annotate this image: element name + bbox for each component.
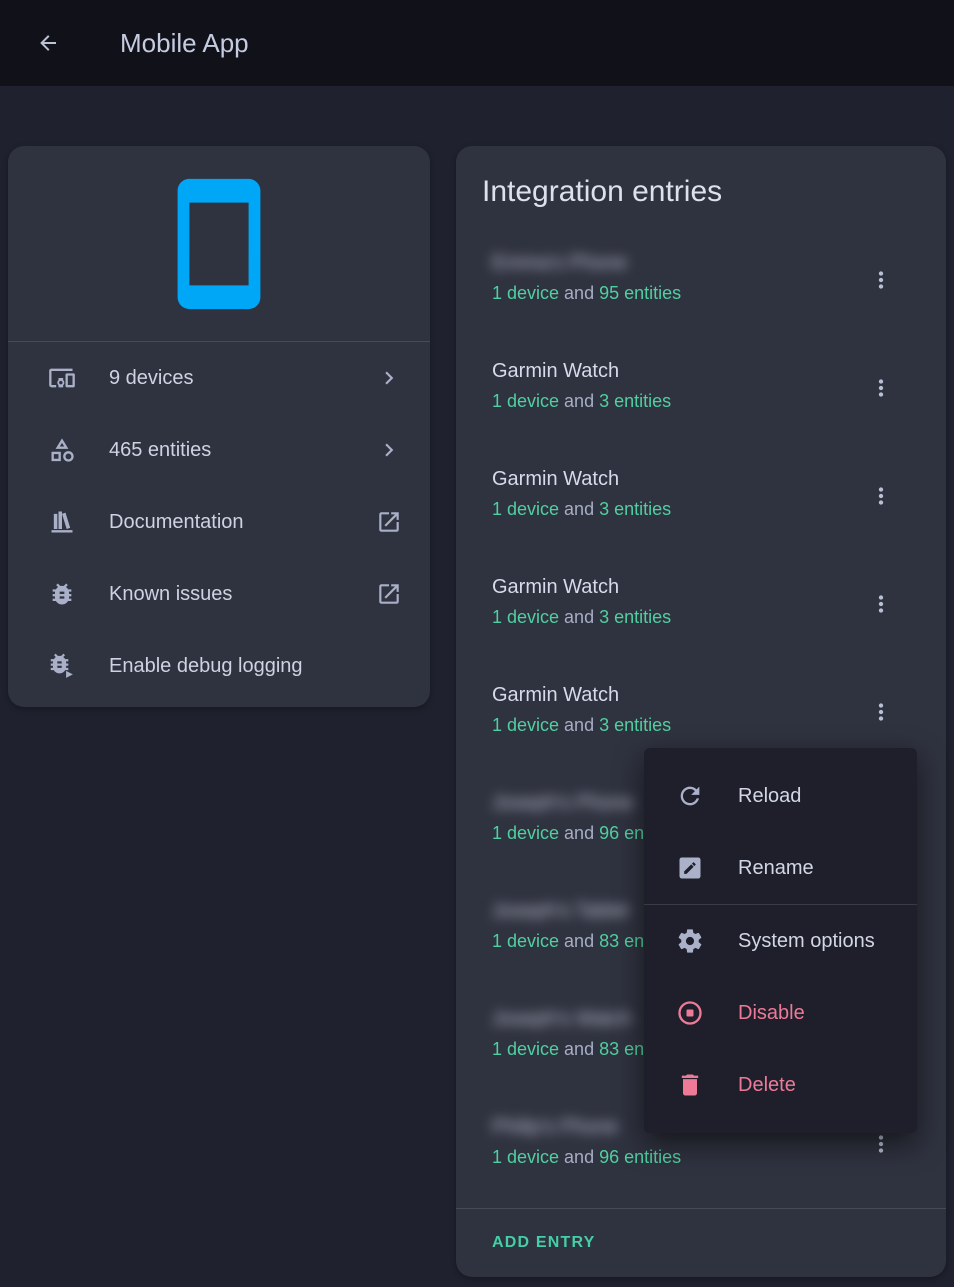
entry-name: Garmin Watch (492, 358, 856, 384)
entry-entities-link[interactable]: 95 entities (599, 283, 681, 303)
enable-debug-logging-label: Enable debug logging (109, 655, 402, 678)
chevron-right-icon (376, 437, 402, 463)
entry-subtitle-separator: and (559, 715, 599, 735)
menu-item-delete[interactable]: Delete (644, 1049, 917, 1121)
menu-item-label: Rename (738, 857, 814, 880)
integration-icon-area (8, 146, 430, 342)
page-title: Mobile App (120, 28, 249, 59)
entry-devices-link[interactable]: 1 device (492, 1147, 559, 1167)
entry-entities-link[interactable]: 3 entities (599, 715, 671, 735)
integration-overview-card: 9 devices 465 entities Documentation Kno… (8, 146, 430, 707)
entry-subtitle-separator: and (559, 283, 599, 303)
bug-icon (48, 580, 76, 608)
entry-subtitle: 1 device and 3 entities (492, 712, 856, 738)
menu-item-rename[interactable]: Rename (644, 832, 917, 904)
enable-debug-logging-row[interactable]: Enable debug logging (8, 630, 430, 702)
menu-item-label: Delete (738, 1074, 796, 1097)
bookshelf-icon (48, 508, 76, 536)
entry-name: Garmin Watch (492, 682, 856, 708)
menu-item-label: System options (738, 930, 875, 953)
entry-devices-link[interactable]: 1 device (492, 931, 559, 951)
pencil-box-icon (676, 854, 704, 882)
entry-subtitle: 1 device and 96 entities (492, 1144, 856, 1170)
menu-item-disable[interactable]: Disable (644, 977, 917, 1049)
integration-page: { "header": { "title": "Mobile App" }, "… (0, 0, 954, 1287)
entry-subtitle: 1 device and 95 entities (492, 280, 856, 306)
entry-subtitle-separator: and (559, 607, 599, 627)
back-button[interactable] (36, 31, 60, 55)
entry-devices-link[interactable]: 1 device (492, 823, 559, 843)
app-header: Mobile App (0, 0, 954, 86)
entry-subtitle-separator: and (559, 499, 599, 519)
menu-item-label: Reload (738, 785, 801, 808)
documentation-link-label: Documentation (109, 511, 376, 534)
arrow-left-icon (36, 31, 60, 55)
add-entry-button[interactable]: ADD ENTRY (456, 1209, 946, 1277)
entry-menu-button[interactable] (857, 472, 905, 520)
entry-devices-link[interactable]: 1 device (492, 715, 559, 735)
entries-card-title: Integration entries (456, 146, 946, 230)
shapes-icon (48, 436, 76, 464)
known-issues-link-row[interactable]: Known issues (8, 558, 430, 630)
entry-devices-link[interactable]: 1 device (492, 607, 559, 627)
cog-icon (676, 927, 704, 955)
entry-devices-link[interactable]: 1 device (492, 283, 559, 303)
entry-subtitle: 1 device and 3 entities (492, 604, 856, 630)
entry-subtitle: 1 device and 3 entities (492, 496, 856, 522)
entry-name: Garmin Watch (492, 574, 856, 600)
delete-icon (676, 1071, 704, 1099)
devices-icon (48, 364, 76, 392)
entry-subtitle-separator: and (559, 823, 599, 843)
cellphone-icon (148, 173, 290, 315)
known-issues-link-label: Known issues (109, 583, 376, 606)
entry-entities-link[interactable]: 3 entities (599, 499, 671, 519)
dots-vertical-icon (868, 591, 894, 617)
integration-entry: Garmin Watch 1 device and 3 entities (456, 554, 946, 662)
refresh-icon (676, 782, 704, 810)
stop-circle-outline-icon (676, 999, 704, 1027)
entry-devices-link[interactable]: 1 device (492, 1039, 559, 1059)
entry-name: Emma's Phone (492, 250, 856, 276)
dots-vertical-icon (868, 483, 894, 509)
entry-context-menu: Reload Rename System options Disable Del… (644, 748, 917, 1133)
entry-menu-button[interactable] (857, 580, 905, 628)
dots-vertical-icon (868, 699, 894, 725)
bug-play-icon (48, 652, 76, 680)
entry-subtitle: 1 device and 3 entities (492, 388, 856, 414)
entry-subtitle-separator: and (559, 1147, 599, 1167)
menu-item-reload[interactable]: Reload (644, 760, 917, 832)
entry-devices-link[interactable]: 1 device (492, 391, 559, 411)
documentation-link-row[interactable]: Documentation (8, 486, 430, 558)
entry-subtitle-separator: and (559, 391, 599, 411)
open-in-new-icon (376, 581, 402, 607)
entities-link-row[interactable]: 465 entities (8, 414, 430, 486)
entry-menu-button[interactable] (857, 364, 905, 412)
entry-name: Garmin Watch (492, 466, 856, 492)
devices-link-row[interactable]: 9 devices (8, 342, 430, 414)
dots-vertical-icon (868, 1131, 894, 1157)
dots-vertical-icon (868, 267, 894, 293)
entry-subtitle-separator: and (559, 1039, 599, 1059)
dots-vertical-icon (868, 375, 894, 401)
menu-item-system-options[interactable]: System options (644, 905, 917, 977)
integration-entry: Garmin Watch 1 device and 3 entities (456, 446, 946, 554)
entry-entities-link[interactable]: 3 entities (599, 607, 671, 627)
devices-link-label: 9 devices (109, 367, 376, 390)
integration-entry: Garmin Watch 1 device and 3 entities (456, 338, 946, 446)
entry-entities-link[interactable]: 96 entities (599, 1147, 681, 1167)
integration-entry: Emma's Phone 1 device and 95 entities (456, 230, 946, 338)
chevron-right-icon (376, 365, 402, 391)
menu-item-label: Disable (738, 1002, 805, 1025)
entry-devices-link[interactable]: 1 device (492, 499, 559, 519)
open-in-new-icon (376, 509, 402, 535)
entities-link-label: 465 entities (109, 439, 376, 462)
entry-subtitle-separator: and (559, 931, 599, 951)
entry-menu-button[interactable] (857, 688, 905, 736)
entry-entities-link[interactable]: 3 entities (599, 391, 671, 411)
entry-menu-button[interactable] (857, 256, 905, 304)
